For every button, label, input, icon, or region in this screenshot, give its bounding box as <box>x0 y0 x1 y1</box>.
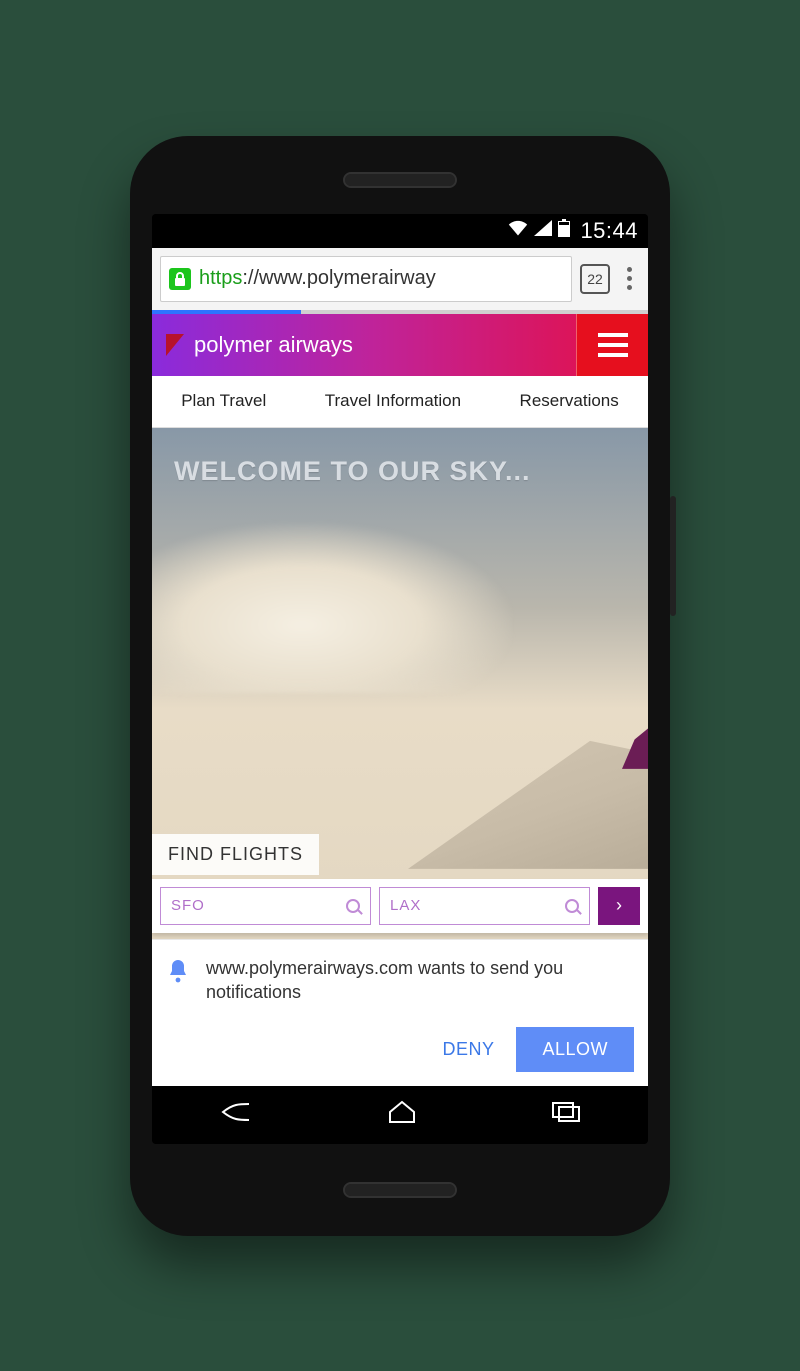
to-airport-value: LAX <box>390 897 421 914</box>
brand[interactable]: polymer airways <box>152 314 367 376</box>
site-header: polymer airways <box>152 314 648 376</box>
browser-menu-button[interactable] <box>618 267 640 290</box>
clock: 15:44 <box>580 218 638 244</box>
nav-reservations[interactable]: Reservations <box>514 391 625 411</box>
find-flights-label: FIND FLIGHTS <box>152 834 319 875</box>
back-button[interactable] <box>219 1100 253 1129</box>
recents-button[interactable] <box>551 1101 581 1128</box>
android-status-bar: 15:44 <box>152 214 648 248</box>
prompt-message: www.polymerairways.com wants to send you… <box>206 956 634 1005</box>
allow-button[interactable]: ALLOW <box>516 1027 634 1072</box>
nav-travel-information[interactable]: Travel Information <box>319 391 467 411</box>
bell-icon <box>166 958 190 982</box>
tab-switcher[interactable]: 22 <box>580 264 610 294</box>
hamburger-icon <box>598 333 628 357</box>
to-airport-input[interactable]: LAX <box>379 887 590 925</box>
airplane-wing-decoration <box>408 709 648 869</box>
wifi-icon <box>508 219 528 242</box>
power-button <box>670 496 676 616</box>
from-airport-input[interactable]: SFO <box>160 887 371 925</box>
flight-search-row: SFO LAX › <box>152 879 648 933</box>
notification-permission-prompt: www.polymerairways.com wants to send you… <box>152 939 648 1086</box>
tab-count: 22 <box>587 271 603 287</box>
search-icon <box>346 899 360 913</box>
winglet-decoration <box>622 727 648 769</box>
browser-toolbar: https ://www.polymerairway 22 <box>152 248 648 310</box>
url-rest: ://www.polymerairway <box>242 267 435 290</box>
screen: 15:44 https ://www.polymerairway 22 <box>152 214 648 1144</box>
deny-button[interactable]: DENY <box>438 1029 498 1070</box>
earpiece <box>345 174 455 186</box>
brand-name: polymer airways <box>194 332 353 358</box>
from-airport-value: SFO <box>171 897 205 914</box>
battery-icon <box>558 219 570 243</box>
search-icon <box>565 899 579 913</box>
hero-headline: WELCOME TO OUR SKY... <box>174 456 531 487</box>
bottom-speaker <box>345 1184 455 1196</box>
chevron-right-icon: › <box>616 895 622 916</box>
address-bar[interactable]: https ://www.polymerairway <box>160 256 572 302</box>
hero: WELCOME TO OUR SKY... FIND FLIGHTS SFO L… <box>152 428 648 939</box>
android-nav-bar <box>152 1086 648 1144</box>
brand-logo-icon <box>166 334 184 356</box>
cloud-decoration <box>152 523 512 693</box>
menu-button[interactable] <box>576 314 648 376</box>
search-flights-button[interactable]: › <box>598 887 640 925</box>
nav-plan-travel[interactable]: Plan Travel <box>175 391 272 411</box>
cell-signal-icon <box>534 219 552 242</box>
home-button[interactable] <box>387 1100 417 1129</box>
lock-icon <box>169 268 191 290</box>
url-scheme: https <box>199 267 242 290</box>
phone-frame: 15:44 https ://www.polymerairway 22 <box>130 136 670 1236</box>
primary-nav: Plan Travel Travel Information Reservati… <box>152 376 648 428</box>
